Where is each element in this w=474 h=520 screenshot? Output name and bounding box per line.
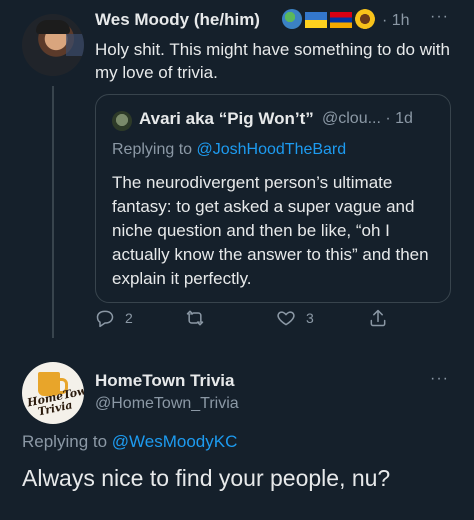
share-icon: [370, 309, 386, 327]
reply-icon: [96, 310, 114, 328]
like-button[interactable]: 3: [276, 308, 314, 328]
replying-to-link[interactable]: @JoshHoodTheBard: [197, 141, 347, 158]
display-name[interactable]: Wes Moody (he/him): [95, 10, 260, 30]
quoted-text: The neurodivergent person’s ultimate fan…: [112, 173, 429, 288]
handle[interactable]: @HomeTown_Trivia: [95, 395, 239, 413]
retweet-icon: [186, 310, 204, 326]
quoted-handle-time: @clou... · 1d: [322, 110, 413, 127]
avatar-cap: [36, 20, 70, 34]
sunflower-icon: [355, 9, 375, 29]
tweet-actions: 2 3: [95, 308, 395, 332]
display-name[interactable]: HomeTown Trivia: [95, 371, 235, 391]
replying-to: Replying to @WesMoodyKC: [22, 432, 237, 452]
avatar-background: [66, 34, 84, 56]
reply-count: 2: [125, 310, 133, 326]
tweet-text: Holy shit. This might have something to …: [95, 40, 450, 82]
more-options-button[interactable]: ···: [430, 370, 449, 388]
logo-text: HomeTown Trivia: [26, 382, 84, 419]
quoted-tweet[interactable]: Avari aka “Pig Won’t” @clou... · 1d Repl…: [95, 94, 451, 303]
like-count: 3: [306, 310, 314, 326]
replying-prefix: Replying to: [22, 432, 112, 451]
heart-icon: [277, 311, 295, 326]
replying-to-link[interactable]: @WesMoodyKC: [112, 432, 238, 451]
reply-button[interactable]: 2: [95, 308, 133, 328]
share-button[interactable]: [368, 308, 388, 328]
avatar[interactable]: [22, 14, 84, 76]
quoted-replying-to: Replying to @JoshHoodTheBard: [112, 141, 346, 159]
name-emoji-badges: [282, 9, 375, 29]
avatar[interactable]: HomeTown Trivia: [22, 362, 84, 424]
ukraine-flag-icon: [305, 12, 327, 28]
armenia-flag-icon: [330, 12, 352, 28]
tweet-wes-moody[interactable]: Wes Moody (he/him) · 1h ··· Holy shit. T…: [0, 0, 474, 350]
globe-emoji-icon: [282, 9, 302, 29]
thread-line: [52, 86, 54, 338]
tweet-text: Always nice to find your people, nu?: [22, 465, 391, 491]
more-options-button[interactable]: ···: [430, 8, 449, 26]
replying-prefix: Replying to: [112, 141, 197, 158]
quoted-avatar[interactable]: [112, 111, 132, 131]
timestamp[interactable]: · 1h: [382, 12, 410, 30]
quoted-display-name: Avari aka “Pig Won’t”: [139, 109, 314, 128]
retweet-button[interactable]: [185, 308, 215, 328]
